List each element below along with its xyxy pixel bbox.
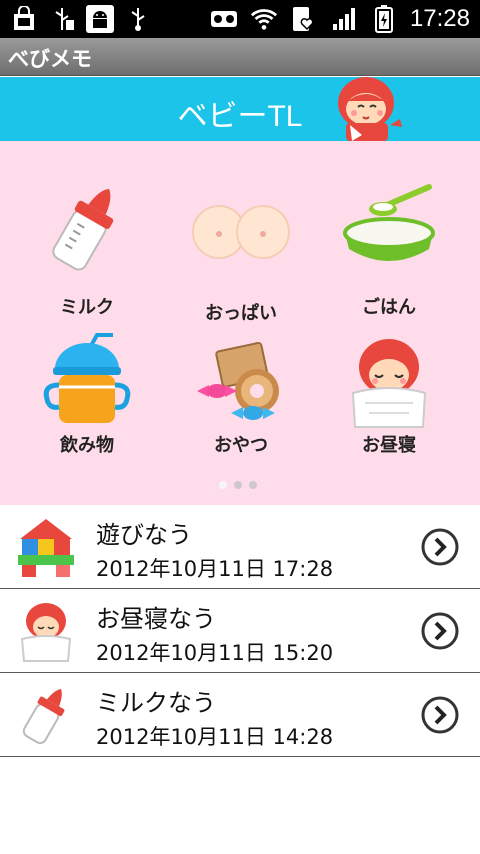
drink-cup-icon <box>43 333 131 423</box>
category-snack-button[interactable]: おやつ <box>166 325 316 475</box>
timeline-row[interactable]: ミルクなう 2012年10月11日 14:28 <box>0 673 480 757</box>
timeline-row[interactable]: 遊びなう 2012年10月11日 17:28 <box>0 505 480 589</box>
nap-icon <box>351 339 427 428</box>
rice-bowl-icon <box>343 184 435 261</box>
status-time: 17:28 <box>409 5 470 32</box>
signal-icon <box>330 5 358 33</box>
category-label: ミルク <box>60 297 114 318</box>
milk-bottle-icon <box>52 188 114 271</box>
page-indicator <box>219 481 257 489</box>
page-dot <box>234 481 242 489</box>
usb-icon <box>124 5 152 33</box>
hood-mascot-icon <box>338 77 402 141</box>
page-dot <box>249 481 257 489</box>
timeline-title: お昼寝なう <box>96 605 216 633</box>
chevron-right-icon[interactable] <box>420 695 460 735</box>
category-label: 飲み物 <box>60 435 114 456</box>
voicemail-icon <box>210 5 238 33</box>
timeline-list: 遊びなう 2012年10月11日 17:28 お昼寝なう 2012年10月11日… <box>0 505 480 757</box>
app-title-bar: べびメモ <box>0 38 480 76</box>
milk-bottle-icon <box>22 689 65 745</box>
timeline-time: 2012年10月11日 17:28 <box>96 557 334 581</box>
android-debug-icon <box>86 5 114 33</box>
status-bar: 17:28 <box>0 0 480 38</box>
bag-icon <box>10 5 38 33</box>
category-label: お昼寝 <box>362 435 416 456</box>
category-label: ごはん <box>362 297 416 318</box>
usb-icon <box>48 5 76 33</box>
battery-icon <box>370 5 398 33</box>
category-rice-button[interactable]: ごはん <box>314 169 464 319</box>
category-milk-button[interactable]: ミルク <box>12 169 162 319</box>
wifi-icon <box>250 5 278 33</box>
chevron-right-icon[interactable] <box>420 611 460 651</box>
timeline-title: 遊びなう <box>96 521 192 549</box>
category-breast-button[interactable]: おっぱい <box>166 169 316 324</box>
category-drink-button[interactable]: 飲み物 <box>12 325 162 475</box>
category-nap-button[interactable]: お昼寝 <box>314 325 464 475</box>
header-banner: ベビーTL <box>0 77 480 141</box>
category-grid: ミルク おっぱい ごはん 飲み物 おやつ お昼寝 <box>0 141 480 505</box>
nap-icon <box>20 603 72 662</box>
breast-icon <box>192 205 290 259</box>
heart-phone-icon <box>290 5 318 33</box>
snack-icon <box>197 341 279 420</box>
category-label: おっぱい <box>205 303 277 324</box>
timeline-time: 2012年10月11日 15:20 <box>96 641 334 665</box>
timeline-title: ミルクなう <box>96 689 216 717</box>
timeline-row[interactable]: お昼寝なう 2012年10月11日 15:20 <box>0 589 480 673</box>
timeline-time: 2012年10月11日 14:28 <box>96 725 334 749</box>
page-dot-active <box>219 481 227 489</box>
chevron-right-icon[interactable] <box>420 527 460 567</box>
category-label: おやつ <box>214 435 268 456</box>
blocks-icon <box>18 519 74 577</box>
app-title: べびメモ <box>8 47 92 71</box>
